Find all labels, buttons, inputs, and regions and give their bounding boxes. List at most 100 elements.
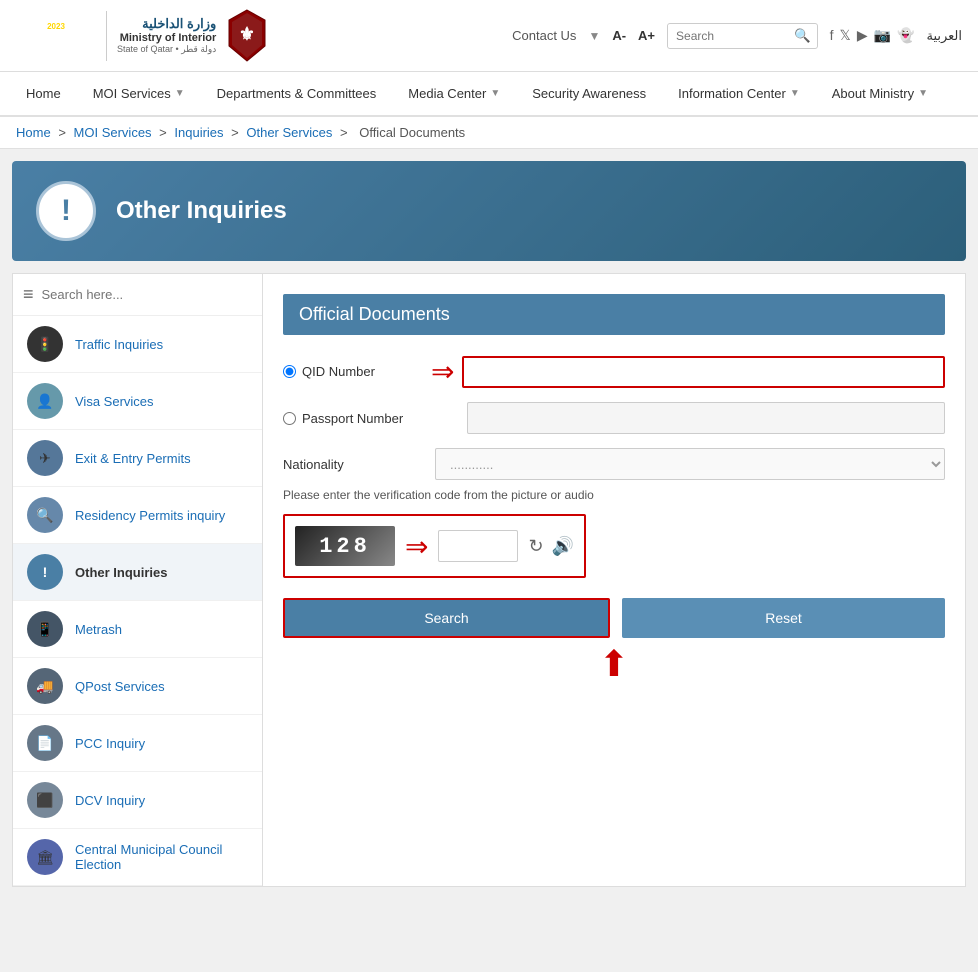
moi-arabic-name: وزارة الداخلية (117, 16, 216, 32)
captcha-controls: ↻ 🔊 (528, 536, 574, 557)
breadcrumb-inquiries[interactable]: Inquiries (174, 125, 223, 140)
sidebar-label-dcv: DCV Inquiry (75, 793, 145, 808)
reset-button[interactable]: Reset (622, 598, 945, 638)
qatar-crest: ⚜ (224, 8, 269, 63)
captcha-audio-button[interactable]: 🔊 (552, 536, 574, 557)
nav-media-center[interactable]: Media Center ▼ (392, 72, 516, 115)
nav-home[interactable]: Home (10, 72, 77, 115)
passport-input[interactable] (467, 402, 945, 434)
nationality-label: Nationality (283, 457, 423, 472)
top-search-input[interactable] (668, 25, 788, 47)
sidebar-label-qpost: QPost Services (75, 679, 165, 694)
passport-radio-label[interactable]: Passport Number (283, 411, 423, 426)
sidebar-search-row: ≡ (13, 274, 262, 316)
sidebar-item-qpost[interactable]: 🚚 QPost Services (13, 658, 262, 715)
nav-security-awareness[interactable]: Security Awareness (516, 72, 662, 115)
cmc-icon: 🏛 (27, 839, 63, 875)
nav-about-ministry[interactable]: About Ministry ▼ (816, 72, 944, 115)
breadcrumb-other-services[interactable]: Other Services (246, 125, 332, 140)
qid-radio-label[interactable]: QID Number (283, 364, 423, 379)
button-row: Search Reset (283, 598, 945, 638)
top-search-button[interactable]: 🔍 (788, 24, 817, 48)
traffic-icon: 🚦 (27, 326, 63, 362)
breadcrumb-sep-1: > (58, 125, 69, 140)
sidebar-item-exit-entry[interactable]: ✈ Exit & Entry Permits (13, 430, 262, 487)
sidebar-label-exit: Exit & Entry Permits (75, 451, 191, 466)
hamburger-icon[interactable]: ≡ (23, 284, 34, 305)
passport-row: Passport Number (283, 402, 945, 434)
dcv-icon: ⬛ (27, 782, 63, 818)
font-increase-button[interactable]: A+ (638, 28, 655, 43)
sidebar-label-traffic: Traffic Inquiries (75, 337, 163, 352)
twitter-icon[interactable]: 𝕏 (840, 27, 851, 44)
sidebar-item-other-inquiries[interactable]: ! Other Inquiries (13, 544, 262, 601)
sidebar-item-dcv[interactable]: ⬛ DCV Inquiry (13, 772, 262, 829)
facebook-icon[interactable]: f (830, 27, 834, 44)
captcha-input[interactable] (438, 530, 518, 562)
sidebar-item-visa[interactable]: 👤 Visa Services (13, 373, 262, 430)
captcha-image: 128 (295, 526, 395, 566)
moi-state: State of Qatar • دولة قطر (117, 44, 216, 55)
svg-text:⚜: ⚜ (239, 24, 255, 44)
nav-departments[interactable]: Departments & Committees (201, 72, 393, 115)
breadcrumb-current: Offical Documents (359, 125, 465, 140)
banner-title: Other Inquiries (116, 197, 287, 225)
sidebar-label-pcc: PCC Inquiry (75, 736, 145, 751)
font-decrease-button[interactable]: A- (612, 28, 626, 43)
sidebar-label-visa: Visa Services (75, 394, 154, 409)
breadcrumb-sep-3: > (231, 125, 242, 140)
search-arrow-annotation: ⬆ (283, 646, 945, 682)
other-inquiries-icon: ! (27, 554, 63, 590)
breadcrumb-moi-services[interactable]: MOI Services (74, 125, 152, 140)
captcha-refresh-button[interactable]: ↻ (528, 536, 543, 557)
nav-arrow-media: ▼ (490, 88, 500, 99)
breadcrumb-sep-4: > (340, 125, 351, 140)
passport-radio[interactable] (283, 412, 296, 425)
sidebar-item-traffic[interactable]: 🚦 Traffic Inquiries (13, 316, 262, 373)
sidebar-item-residency[interactable]: 🔍 Residency Permits inquiry (13, 487, 262, 544)
nav-arrow-about: ▼ (918, 88, 928, 99)
expo-logo: EXPO 2023 DOHA QATAR الدوحة قطر (16, 11, 96, 61)
logo-area: EXPO 2023 DOHA QATAR الدوحة قطر وزارة ال… (16, 8, 269, 63)
breadcrumb-home[interactable]: Home (16, 125, 51, 140)
nav-moi-services[interactable]: MOI Services ▼ (77, 72, 201, 115)
qid-radio[interactable] (283, 365, 296, 378)
top-right-controls: Contact Us ▼ A- A+ 🔍 f 𝕏 ▶ 📷 👻 العربية (512, 23, 962, 49)
social-icons: f 𝕏 ▶ 📷 👻 (830, 27, 915, 44)
sidebar-label-residency: Residency Permits inquiry (75, 508, 225, 523)
moi-logo-text: وزارة الداخلية Ministry of Interior Stat… (117, 16, 216, 55)
visa-icon: 👤 (27, 383, 63, 419)
qpost-icon: 🚚 (27, 668, 63, 704)
top-search-bar: 🔍 (667, 23, 818, 49)
sidebar-item-metrash[interactable]: 📱 Metrash (13, 601, 262, 658)
youtube-icon[interactable]: ▶ (857, 27, 868, 44)
nav-arrow-moi: ▼ (175, 88, 185, 99)
contact-us-link[interactable]: Contact Us (512, 28, 576, 43)
instagram-icon[interactable]: 📷 (874, 27, 891, 44)
page-banner: ! Other Inquiries (12, 161, 966, 261)
sidebar-item-pcc[interactable]: 📄 PCC Inquiry (13, 715, 262, 772)
sidebar-label-cmc: Central Municipal Council Election (75, 842, 248, 872)
logo-divider (106, 11, 107, 61)
qid-input[interactable] (462, 356, 945, 388)
passport-label-text: Passport Number (302, 411, 403, 426)
exclamation-icon: ! (61, 194, 71, 228)
moi-logo: وزارة الداخلية Ministry of Interior Stat… (117, 8, 269, 63)
breadcrumb: Home > MOI Services > Inquiries > Other … (0, 117, 978, 149)
sidebar-label-metrash: Metrash (75, 622, 122, 637)
sidebar: ≡ 🚦 Traffic Inquiries 👤 Visa Services ✈ … (13, 274, 263, 886)
nationality-select[interactable]: ............ (435, 448, 945, 480)
snapchat-icon[interactable]: 👻 (897, 27, 914, 44)
exit-icon: ✈ (27, 440, 63, 476)
sidebar-search-input[interactable] (42, 287, 252, 302)
residency-icon: 🔍 (27, 497, 63, 533)
qid-label-text: QID Number (302, 364, 375, 379)
sidebar-item-cmc[interactable]: 🏛 Central Municipal Council Election (13, 829, 262, 886)
arabic-language-link[interactable]: العربية (926, 28, 962, 44)
verification-note: Please enter the verification code from … (283, 488, 945, 502)
search-button[interactable]: Search (283, 598, 610, 638)
metrash-icon: 📱 (27, 611, 63, 647)
captcha-section: 128 ⇒ ↻ 🔊 (283, 514, 586, 578)
top-bar: EXPO 2023 DOHA QATAR الدوحة قطر وزارة ال… (0, 0, 978, 72)
nav-information-center[interactable]: Information Center ▼ (662, 72, 816, 115)
